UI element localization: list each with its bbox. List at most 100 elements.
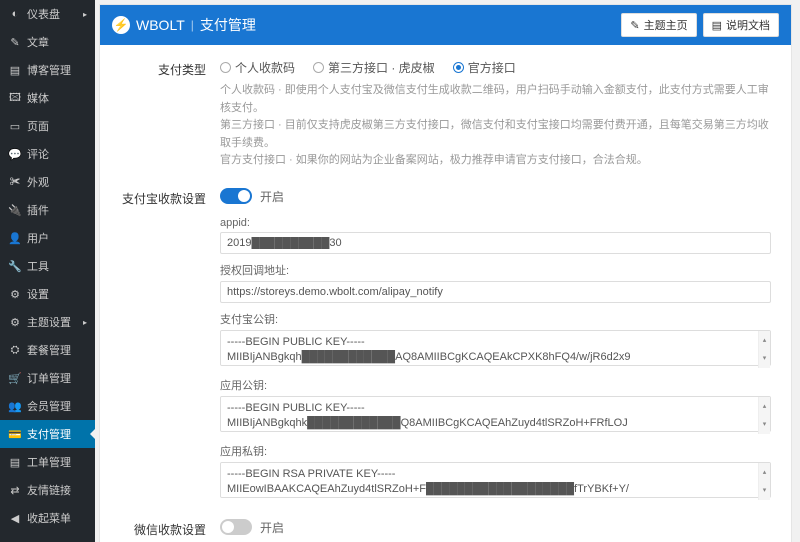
radio-icon (453, 62, 464, 73)
pay-type-radios: 个人收款码 第三方接口 · 虎皮椒 官方接口 (220, 59, 771, 76)
sidebar-item-0[interactable]: ◐仪表盘▸ (0, 0, 95, 28)
chevron-up-icon[interactable]: ▴ (759, 397, 770, 416)
page-title: 支付管理 (200, 15, 256, 35)
sidebar-item-label: 用户 (27, 230, 49, 246)
alipay-pubkey-textarea[interactable]: -----BEGIN PUBLIC KEY----- MIIBIjANBgkqh… (220, 330, 771, 366)
alipay-toggle[interactable] (220, 188, 252, 204)
admin-sidebar: ◐仪表盘▸✎文章 ▤ 博客管理 🖾 媒体 ▭ 页面 💬 评论 ✀ 外观 🔌 插件 👤 用户 🔧 工具 ⚙ 设置 ⚙ 主题… (0, 0, 95, 542)
wechat-section-label: 微信收款设置 (120, 519, 220, 538)
menu-icon: ◀ (8, 511, 22, 525)
sidebar-item-label: 套餐管理 (27, 342, 71, 358)
sidebar-item-label: 主题设置 (27, 314, 71, 330)
sidebar-item-label: 设置 (27, 286, 49, 302)
sidebar-item-5[interactable]: 💬 评论 (0, 140, 95, 168)
menu-icon: ⇄ (8, 483, 22, 497)
sidebar-item-15[interactable]: 💳 支付管理 (0, 420, 95, 448)
docs-button[interactable]: ▤说明文档 (703, 13, 779, 37)
sidebar-item-8[interactable]: 👤 用户 (0, 224, 95, 252)
radio-label: 官方接口 (468, 59, 516, 76)
main-content: ⚡ WBOLT | 支付管理 ✎主题主页 ▤说明文档 支付类型 个人收款码 第三方… (95, 0, 800, 542)
menu-icon: 🖾 (8, 91, 22, 105)
sidebar-item-label: 博客管理 (27, 62, 71, 78)
appid-input[interactable] (220, 232, 771, 254)
callback-input[interactable] (220, 281, 771, 303)
theme-home-button[interactable]: ✎主题主页 (621, 13, 696, 37)
stepper[interactable]: ▴▾ (758, 397, 770, 434)
app-pubkey-textarea[interactable]: -----BEGIN PUBLIC KEY----- MIIBIjANBgkqh… (220, 396, 771, 432)
alipay-section-label: 支付宝收款设置 (120, 188, 220, 207)
sidebar-item-12[interactable]: ⛭ 套餐管理 (0, 336, 95, 364)
chevron-up-icon[interactable]: ▴ (759, 463, 770, 482)
chevron-down-icon[interactable]: ▾ (759, 415, 770, 434)
radio-label: 第三方接口 · 虎皮椒 (328, 59, 435, 76)
sidebar-item-label: 会员管理 (27, 398, 71, 414)
stepper[interactable]: ▴▾ (758, 463, 770, 500)
chevron-down-icon[interactable]: ▾ (759, 481, 770, 500)
doc-icon: ▤ (712, 19, 722, 32)
sidebar-item-11[interactable]: ⚙主题设置▸ (0, 308, 95, 336)
app-pubkey-label: 应用公钥: (220, 377, 771, 393)
menu-icon: ▤ (8, 63, 22, 77)
sidebar-item-3[interactable]: 🖾 媒体 (0, 84, 95, 112)
pay-type-description: 个人收款码 · 即使用个人支付宝及微信支付生成收款二维码，用户扫码手动输入金额支… (220, 82, 771, 170)
sidebar-item-18[interactable]: ◀收起菜单 (0, 504, 95, 532)
menu-icon: ▭ (8, 119, 22, 133)
sidebar-item-9[interactable]: 🔧 工具 (0, 252, 95, 280)
chevron-up-icon[interactable]: ▴ (759, 331, 770, 350)
app-privkey-textarea[interactable]: -----BEGIN RSA PRIVATE KEY----- MIIEowIB… (220, 462, 771, 498)
radio-label: 个人收款码 (235, 59, 295, 76)
menu-icon: 💳 (8, 427, 22, 441)
sidebar-item-6[interactable]: ✀ 外观 (0, 168, 95, 196)
sidebar-item-label: 友情链接 (27, 482, 71, 498)
menu-icon: 🔌 (8, 203, 22, 217)
sidebar-item-label: 插件 (27, 202, 49, 218)
sidebar-item-label: 支付管理 (27, 426, 71, 442)
sidebar-item-label: 评论 (27, 146, 49, 162)
brush-icon: ✎ (630, 19, 639, 32)
appid-label: appid: (220, 217, 771, 229)
settings-panel: ⚡ WBOLT | 支付管理 ✎主题主页 ▤说明文档 支付类型 个人收款码 第三方… (99, 4, 792, 542)
bolt-icon: ⚡ (112, 16, 130, 34)
pay-type-radio-1[interactable]: 第三方接口 · 虎皮椒 (313, 59, 435, 76)
sidebar-item-14[interactable]: 👥 会员管理 (0, 392, 95, 420)
menu-icon: ⚙ (8, 315, 22, 329)
pay-type-radio-0[interactable]: 个人收款码 (220, 59, 295, 76)
radio-icon (313, 62, 324, 73)
sidebar-item-label: 工单管理 (27, 454, 71, 470)
menu-icon: 🛒 (8, 371, 22, 385)
menu-icon: 🔧 (8, 259, 22, 273)
sidebar-item-label: 媒体 (27, 90, 49, 106)
menu-icon: ⚙ (8, 287, 22, 301)
sidebar-item-label: 页面 (27, 118, 49, 134)
pay-type-label: 支付类型 (120, 59, 220, 170)
stepper[interactable]: ▴▾ (758, 331, 770, 368)
alipay-toggle-label: 开启 (260, 190, 284, 204)
radio-icon (220, 62, 231, 73)
menu-icon: ⛭ (8, 343, 22, 357)
sidebar-item-4[interactable]: ▭ 页面 (0, 112, 95, 140)
sidebar-item-2[interactable]: ▤ 博客管理 (0, 56, 95, 84)
menu-icon: ✀ (8, 175, 22, 189)
brand-name: WBOLT (136, 17, 185, 33)
sidebar-item-label: 外观 (27, 174, 49, 190)
sidebar-item-label: 订单管理 (27, 370, 71, 386)
sidebar-item-10[interactable]: ⚙ 设置 (0, 280, 95, 308)
panel-header: ⚡ WBOLT | 支付管理 ✎主题主页 ▤说明文档 (100, 5, 791, 45)
sidebar-item-label: 工具 (27, 258, 49, 274)
sidebar-item-16[interactable]: ▤ 工单管理 (0, 448, 95, 476)
sidebar-item-17[interactable]: ⇄ 友情链接 (0, 476, 95, 504)
chevron-down-icon[interactable]: ▾ (759, 349, 770, 368)
wechat-toggle[interactable] (220, 519, 252, 535)
pay-type-radio-2[interactable]: 官方接口 (453, 59, 516, 76)
menu-icon: ✎ (8, 35, 22, 49)
alipay-pubkey-label: 支付宝公钥: (220, 311, 771, 327)
menu-icon: ▤ (8, 455, 22, 469)
wechat-toggle-label: 开启 (260, 521, 284, 535)
sidebar-item-13[interactable]: 🛒 订单管理 (0, 364, 95, 392)
menu-icon: 💬 (8, 147, 22, 161)
callback-label: 授权回调地址: (220, 262, 771, 278)
sidebar-item-1[interactable]: ✎文章 (0, 28, 95, 56)
menu-icon: 👥 (8, 399, 22, 413)
menu-icon: 👤 (8, 231, 22, 245)
sidebar-item-7[interactable]: 🔌 插件 (0, 196, 95, 224)
